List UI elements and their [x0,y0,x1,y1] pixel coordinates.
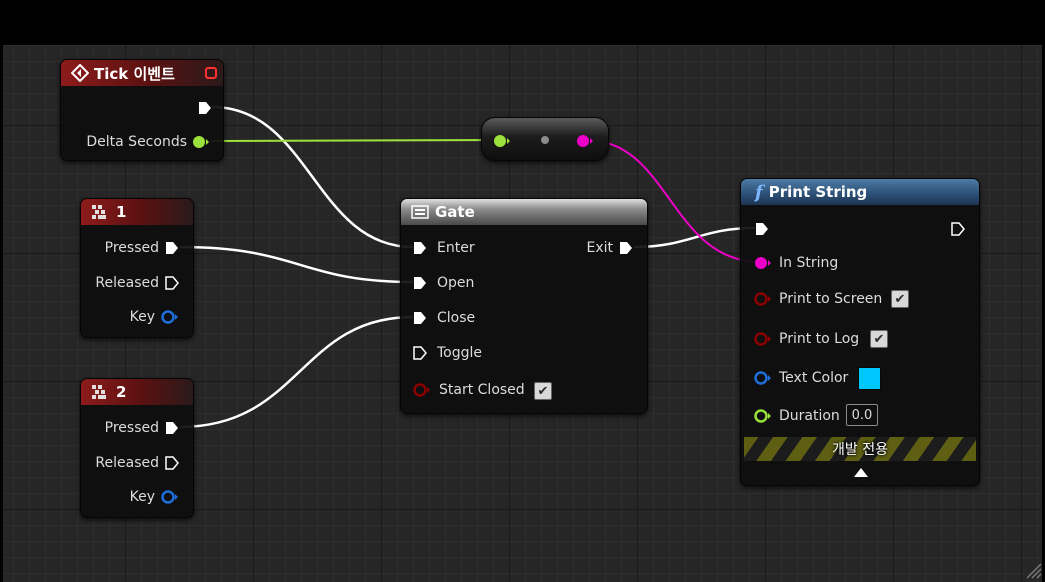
key-1-pressed-row: Pressed [81,238,159,258]
key-2-header[interactable]: 2 [81,379,193,405]
gate-close-exec-pin[interactable] [412,310,428,326]
print-duration-row: Duration [779,406,840,426]
print-to-screen-row: Print to Screen [779,289,882,309]
duration-value-input[interactable]: 0.0 [846,404,878,426]
resize-grip-icon[interactable] [1024,561,1042,579]
key-1-released-exec-pin[interactable] [164,275,180,291]
key-1-event-node[interactable]: 1 Pressed Released Key [80,198,194,338]
event-tick-title: Tick 이벤트 [94,64,175,83]
macro-gate-icon [411,205,429,219]
exec-wire-key1-pressed-to-gate-open[interactable] [179,245,414,284]
event-tick-header[interactable]: Tick 이벤트 [61,60,223,86]
key-2-event-node[interactable]: 2 Pressed Released Key [80,378,194,518]
print-text-color-row: Text Color [779,368,848,388]
key-2-key-struct-pin[interactable] [160,490,180,504]
gate-toggle-exec-pin[interactable] [412,345,428,361]
gate-close-row: Close [437,308,475,328]
tick-exec-out-pin[interactable] [197,100,213,116]
key-1-title: 1 [116,203,127,221]
print-to-log-row: Print to Log [779,329,859,349]
dev-only-stripe-bar: 개발 전용 [744,437,976,461]
key-1-pressed-exec-pin[interactable] [164,240,180,256]
key-1-key-row: Key [81,307,155,327]
print-in-string-row: In String [779,253,838,273]
delegate-pin-icon[interactable] [205,67,217,79]
key-1-released-row: Released [81,273,159,293]
checkmark-icon: ✔ [537,383,549,399]
gate-enter-row: Enter [437,238,475,258]
gate-start-closed-label: Start Closed [439,382,525,398]
gate-title: Gate [435,203,475,221]
gate-exit-exec-pin[interactable] [618,240,634,256]
gate-start-closed-bool-pin[interactable] [412,383,432,397]
key-1-key-label: Key [129,309,155,325]
convert-dot-icon [541,136,549,144]
print-to-log-bool-pin[interactable] [753,332,773,346]
gate-close-label: Close [437,310,476,326]
key-2-released-row: Released [81,453,159,473]
gate-toggle-row: Toggle [437,343,482,363]
gate-toggle-label: Toggle [437,345,483,361]
key-2-pressed-row: Pressed [81,418,159,438]
key-2-pressed-label: Pressed [104,420,159,436]
print-in-string-label: In String [779,255,839,271]
print-string-header[interactable]: f Print String [741,179,979,205]
print-to-screen-label: Print to Screen [779,291,883,307]
print-exec-in-pin[interactable] [754,221,770,237]
print-exec-out-pin[interactable] [950,221,966,237]
print-text-color-label: Text Color [779,370,849,386]
event-diamond-icon [71,64,89,82]
print-string-node[interactable]: f Print String In String Print to Screen… [740,178,980,486]
gate-header[interactable]: Gate [401,199,647,225]
key-1-header[interactable]: 1 [81,199,193,225]
key-2-released-label: Released [95,455,159,471]
print-to-screen-checkbox[interactable]: ✔ [891,290,909,308]
key-1-key-struct-pin[interactable] [160,310,180,324]
gate-start-closed-row: Start Closed [439,380,525,400]
convert-string-out-pin[interactable] [576,134,594,148]
key-1-pressed-label: Pressed [104,240,159,256]
gate-enter-exec-pin[interactable] [412,240,428,256]
tick-delta-seconds-pin[interactable] [192,135,210,149]
gate-exit-row: Exit [551,238,613,258]
key-2-pressed-exec-pin[interactable] [164,420,180,436]
gate-open-exec-pin[interactable] [412,275,428,291]
checkmark-icon: ✔ [894,291,906,307]
tick-delta-seconds-label: Delta Seconds [86,134,187,150]
dev-only-label: 개발 전용 [832,442,888,458]
print-duration-label: Duration [779,408,840,424]
function-icon: f [755,181,763,203]
print-text-color-struct-pin[interactable] [753,371,773,385]
gate-open-label: Open [437,275,475,291]
key-2-key-row: Key [81,487,155,507]
print-to-screen-bool-pin[interactable] [753,292,773,306]
print-string-title: Print String [768,183,868,201]
checkmark-icon: ✔ [873,331,885,347]
event-tick-node[interactable]: Tick 이벤트 Delta Seconds [60,59,224,161]
tick-delta-seconds-row: Delta Seconds [61,132,187,152]
text-color-swatch[interactable] [858,367,881,390]
gate-exit-label: Exit [586,240,613,256]
key-2-title: 2 [116,383,127,401]
exec-wire-tick-to-gate-enter[interactable] [211,105,414,249]
float-to-string-convert-node[interactable] [481,117,609,161]
duration-value: 0.0 [851,407,873,423]
key-2-key-label: Key [129,489,155,505]
print-in-string-pin[interactable] [753,256,773,270]
gate-start-closed-checkbox[interactable]: ✔ [534,382,552,400]
keyboard-icon [92,385,106,399]
convert-float-in-pin[interactable] [493,134,511,148]
key-2-released-exec-pin[interactable] [164,455,180,471]
gate-node[interactable]: Gate Enter Exit Open Close Toggle Start … [400,198,648,414]
key-1-released-label: Released [95,275,159,291]
keyboard-icon [92,205,106,219]
print-duration-float-pin[interactable] [753,409,773,423]
gate-open-row: Open [437,273,474,293]
print-to-log-label: Print to Log [779,331,860,347]
print-to-log-checkbox[interactable]: ✔ [870,330,888,348]
expand-arrow-icon[interactable] [853,466,869,478]
exec-wire-key2-pressed-to-gate-close[interactable] [179,315,414,429]
gate-enter-label: Enter [437,240,475,256]
float-wire-delta-to-convert[interactable] [209,139,500,142]
